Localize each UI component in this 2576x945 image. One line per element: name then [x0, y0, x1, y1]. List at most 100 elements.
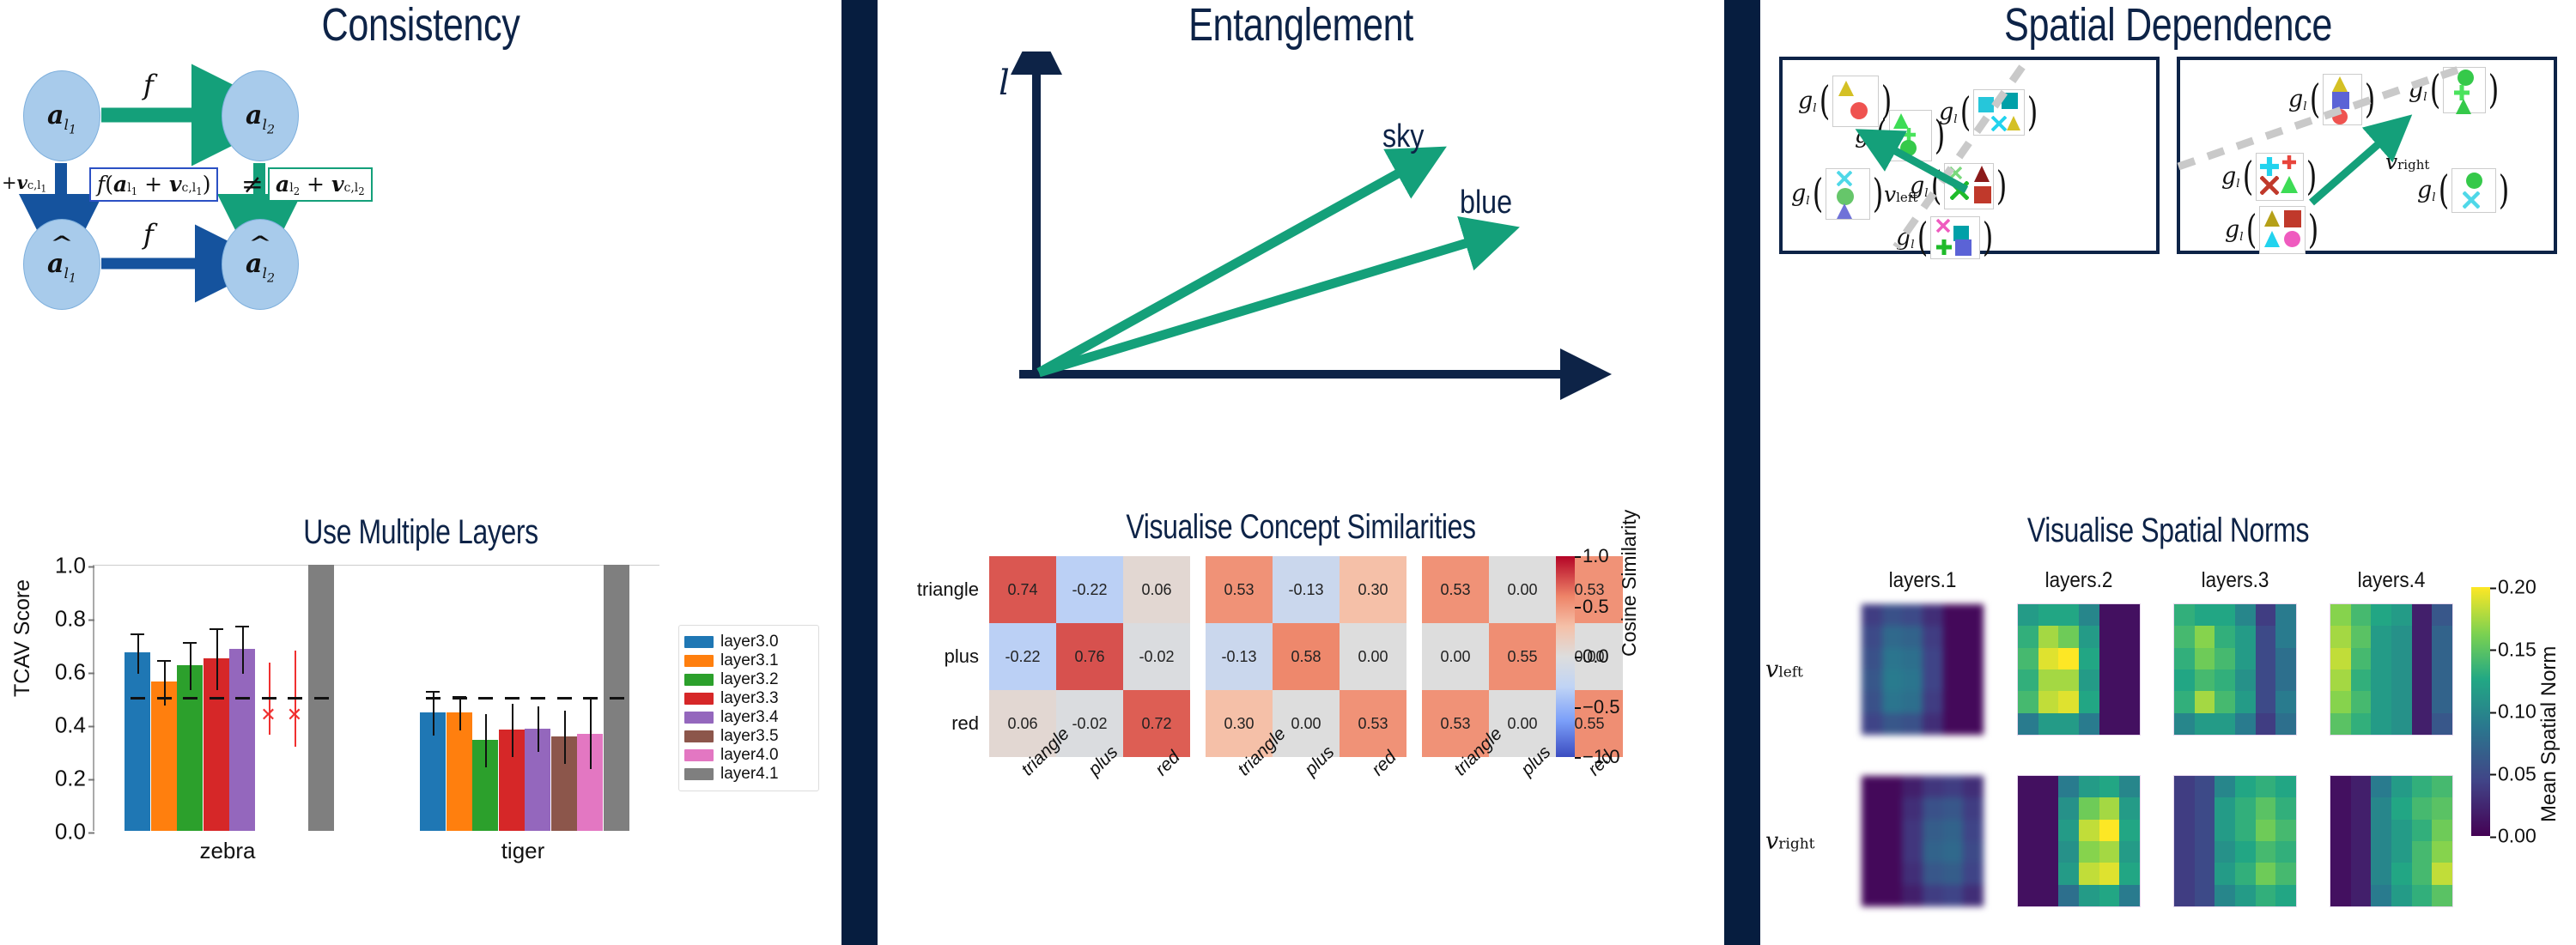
tcav-error-bar [590, 700, 592, 769]
concept-label-blue: blue [1460, 185, 1513, 221]
paren-close: ) [2364, 76, 2375, 123]
concept-image-patch [1929, 216, 1980, 259]
tcav-legend-item[interactable]: layer3.0 [684, 633, 813, 651]
panel-spatial-dependence: Spatial Dependence gl() gl() gl() gl() gl() g… [1760, 0, 2576, 945]
tcav-red-x-marker: ✕ [286, 703, 303, 725]
node-a-l2: al2 [222, 70, 299, 161]
spatial-norm-map [2173, 603, 2297, 736]
shape-tri [2263, 210, 2280, 227]
concept-image-patch [1888, 110, 1932, 161]
paren-open: ( [1917, 214, 1928, 261]
shape-tri [1838, 81, 1854, 96]
cosine-heatmap-block: 0.53 -0.13 0.30 -0.13 0.58 0.00 0.30 0.00 0.53 tr… [1206, 556, 1406, 779]
tcav-y-tick: 1.0 [54, 552, 95, 579]
shape-sqr [1973, 186, 1991, 203]
spatial-box-left: gl() gl() gl() gl() gl() gl() [1779, 57, 2160, 261]
spatial-norm-row-label-left: vleft [1765, 656, 1803, 683]
paren-close: ) [2488, 66, 2499, 113]
arrow-top-label: f [143, 69, 154, 101]
cosine-heatmap-cell: 0.76 [1056, 623, 1123, 690]
gl-symbol: gl [2225, 215, 2244, 245]
shape-cir [1899, 140, 1917, 156]
tcav-legend-item[interactable]: layer4.0 [684, 746, 813, 764]
gl-group: gl() [2288, 74, 2377, 125]
spatial-norm-col-label: layers.4 [2357, 568, 2426, 592]
gl-group: gl() [2417, 168, 2511, 213]
tcav-legend-label: layer3.5 [720, 727, 779, 745]
shape-sqr [2331, 92, 2349, 109]
node-a-l1-label: al1 [47, 100, 76, 137]
spatial-norm-col-label: layers.1 [1888, 568, 1957, 592]
spatial-norm-map [2330, 775, 2453, 907]
tcav-significance-dash [288, 697, 302, 700]
tcav-bar-chart: TCAV Score 0.0 0.2 0.4 0.6 0.8 1.0 ✕ ✕ layer3.0… [0, 549, 841, 910]
tcav-y-axis-label: TCAV Score [10, 579, 34, 697]
consistency-diagram: al1 al2 al1 al2 f f +vc,l1 +vc,l2 f(al1 … [0, 50, 841, 513]
tcav-error-bar [242, 626, 244, 674]
tcav-legend-item[interactable]: layer3.4 [684, 708, 813, 726]
entanglement-axis-label: l [999, 64, 1010, 103]
tcav-y-tick: 0.0 [54, 818, 95, 845]
tcav-error-cap [235, 626, 249, 628]
node-a-l2-label: al2 [246, 100, 275, 137]
tcav-significance-dash [183, 697, 197, 700]
spatial-norm-map [2017, 775, 2141, 907]
paren-open: ( [2245, 206, 2257, 253]
cosine-heatmap-cell: 0.00 [1489, 556, 1556, 623]
spatial-norm-colorbar-tick: 0.20 [2490, 575, 2537, 598]
cosine-heatmap-cell: -0.02 [1123, 623, 1190, 690]
gl-symbol: gl [1791, 179, 1810, 209]
shape-xcr [1948, 180, 1970, 201]
paren-close: ) [1872, 170, 1883, 217]
concept-image-patch [1943, 163, 1994, 209]
cosine-heatmap-cell: 0.00 [1422, 623, 1489, 690]
panel-consistency: Consistency al1 al2 ^ al1 ^ al2 f f +vc,… [0, 0, 841, 945]
shape-cir [2457, 70, 2474, 86]
v-left-label: vleft [1884, 182, 1918, 207]
shape-xcr [2461, 191, 2481, 209]
spatial-norm-map [1861, 603, 1984, 736]
tcav-legend-item[interactable]: layer4.1 [684, 765, 813, 783]
tcav-legend-label: layer3.0 [720, 633, 779, 651]
shape-plu [1935, 239, 1952, 255]
tcav-significance-dash [531, 697, 545, 700]
tcav-error-bar [485, 713, 487, 767]
tcav-legend-swatch [684, 749, 714, 761]
tcav-error-cap [209, 628, 223, 631]
consistency-title: Consistency [321, 0, 520, 51]
tcav-legend-item[interactable]: layer3.5 [684, 727, 813, 745]
panel-entanglement: Entanglement l sky blue Visualise Concep… [878, 0, 1724, 945]
shape-tri [2455, 99, 2471, 114]
tcav-legend-item[interactable]: layer3.1 [684, 651, 813, 669]
tcav-legend-label: layer3.3 [720, 689, 779, 707]
tcav-legend-item[interactable]: layer3.3 [684, 689, 813, 707]
shape-tri [1893, 113, 1909, 129]
cosine-colorbar-tick: 0.5 [1575, 595, 1609, 617]
tcav-error-bar [459, 695, 461, 731]
paren-open: ( [2242, 153, 2253, 200]
shape-cir [2465, 173, 2482, 189]
tcav-x-category: tiger [501, 838, 545, 863]
node-ahat-l1-label: al1 [47, 249, 76, 285]
paren-close: ) [2306, 153, 2317, 200]
concept-image-patch [2442, 67, 2486, 114]
cosine-heatmap-cell: 0.55 [1489, 623, 1556, 690]
node-a-l1: al1 [23, 70, 100, 161]
gl-group: gl() [1910, 163, 2008, 209]
tcav-legend-item[interactable]: layer3.2 [684, 670, 813, 688]
shape-xcr [1935, 218, 1950, 233]
paren-open: ( [2438, 167, 2449, 214]
tcav-y-tick: 0.2 [54, 765, 95, 791]
arrow-bottom-label: f [143, 218, 154, 251]
tcav-significance-dash [504, 697, 519, 700]
shape-xcr [2258, 175, 2280, 196]
spatial-title: Spatial Dependence [2004, 0, 2332, 51]
not-equal-sign: ≠ [241, 169, 264, 200]
shape-cir [2331, 109, 2348, 124]
spatial-norm-row-label-right: vright [1765, 827, 1815, 855]
cosine-heatmap-cell: 0.06 [1123, 556, 1190, 623]
gl-symbol: gl [2288, 85, 2307, 114]
spatial-norm-col-label: layers.3 [2201, 568, 2269, 592]
gl-symbol: gl [2221, 162, 2240, 191]
shape-xcr [1836, 170, 1852, 187]
